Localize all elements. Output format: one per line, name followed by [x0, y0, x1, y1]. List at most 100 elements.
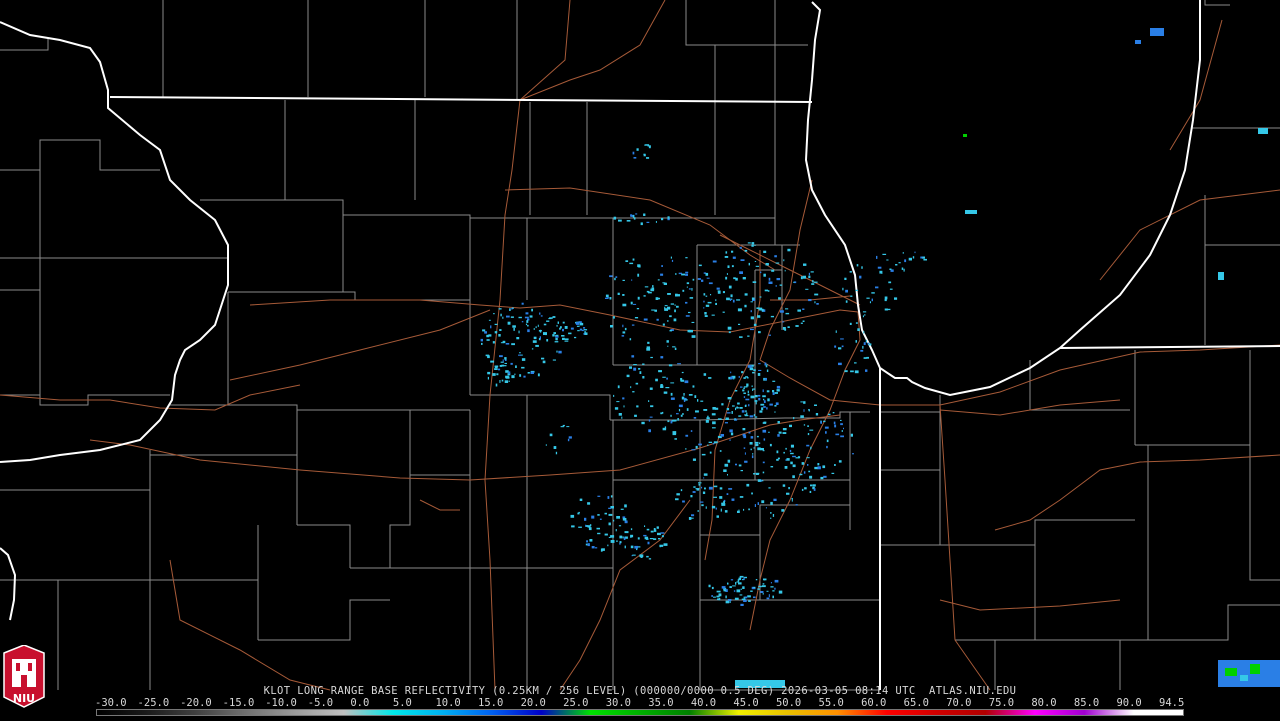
echo-pixel	[703, 473, 708, 476]
echo-pixel	[756, 307, 760, 309]
echo-pixel	[852, 453, 854, 455]
echo-pixel	[838, 460, 842, 463]
echo-pixel	[701, 279, 704, 282]
echo-pixel	[817, 466, 821, 470]
echo-pixel	[617, 385, 620, 389]
echo-pixel	[631, 279, 633, 281]
echo-pixel	[801, 462, 805, 465]
echo-pixel	[591, 546, 595, 549]
echo-pixel	[747, 365, 752, 368]
echo-pixel	[637, 296, 640, 300]
echo-pixel	[559, 327, 561, 330]
echo-pixel	[744, 452, 746, 455]
echo-pixel	[525, 323, 528, 326]
echo-pixel	[558, 350, 562, 354]
echo-pixel	[622, 324, 624, 328]
echo-pixel	[703, 307, 705, 309]
echo-pixel	[785, 312, 790, 315]
echo-pixel	[636, 405, 639, 408]
radar-map	[0, 0, 1280, 691]
echo-pixel	[770, 466, 774, 468]
echo-pixel	[618, 219, 622, 222]
echo-pixel	[809, 429, 814, 431]
echo-pixel	[709, 451, 712, 454]
echo-pixel	[556, 324, 558, 327]
echo-pixel	[882, 253, 887, 255]
echo-pixel	[541, 357, 545, 360]
echo-pixel	[717, 598, 720, 601]
echo-pixel	[908, 257, 912, 261]
echo-pixel	[743, 577, 745, 581]
echo-pixel	[736, 589, 741, 593]
echo-pixel	[753, 369, 756, 372]
echo-pixel	[505, 370, 509, 373]
echo-pixel	[766, 390, 770, 393]
echo-pixel	[697, 399, 699, 402]
echo-pixel	[727, 582, 729, 585]
echo-pixel	[622, 331, 626, 334]
echo-pixel	[828, 413, 831, 416]
echo-pixel	[637, 537, 640, 540]
echo-pixel	[793, 417, 795, 420]
echo-pixel	[759, 410, 763, 413]
echo-pixel	[683, 393, 685, 396]
echo-pixel	[886, 259, 889, 261]
echo-pixel	[510, 362, 513, 365]
echo-pixel	[770, 501, 773, 505]
echo-pixel	[755, 443, 759, 447]
scale-label: 10.0	[435, 697, 461, 709]
echo-pixel	[841, 430, 843, 432]
echo-pixel	[584, 517, 587, 521]
echo-pixel	[855, 322, 858, 324]
echo-pixel	[701, 486, 703, 489]
scale-label: 50.0	[775, 697, 802, 709]
echo-pixel	[739, 407, 743, 409]
echo-pixel	[840, 423, 843, 426]
echo-pixel	[738, 582, 742, 585]
echo-pixel	[753, 586, 756, 589]
echo-pixel	[724, 422, 728, 424]
echo-pixel	[499, 380, 501, 383]
echo-pixel	[760, 403, 765, 406]
echo-pixel	[889, 288, 893, 290]
echo-pixel	[749, 415, 754, 418]
echo-pixel	[649, 538, 654, 540]
echo-pixel	[564, 340, 569, 342]
echo-pixel	[500, 342, 505, 344]
echo-pixel	[762, 395, 766, 398]
echo-pixel	[789, 449, 792, 452]
echo-blob	[965, 210, 977, 214]
scale-label: 20.0	[520, 697, 546, 709]
echo-pixel	[812, 280, 814, 283]
echo-pixel	[879, 270, 883, 274]
echo-pixel	[635, 213, 638, 215]
echo-pixel	[646, 555, 649, 558]
echo-pixel	[763, 250, 767, 253]
echo-pixel	[719, 487, 723, 490]
echo-pixel	[767, 290, 770, 292]
echo-pixel	[615, 276, 618, 278]
echo-pixel	[643, 154, 646, 157]
echo-pixel	[724, 463, 729, 467]
echo-pixel	[826, 439, 829, 443]
echo-pixel	[634, 414, 637, 417]
echo-pixel	[825, 431, 827, 434]
echo-pixel	[758, 331, 761, 334]
echo-pixel	[656, 318, 659, 321]
echo-pixel	[727, 326, 732, 330]
echo-pixel	[539, 336, 541, 340]
echo-pixel	[555, 451, 558, 455]
echo-pixel	[691, 514, 695, 517]
echo-pixel	[607, 297, 610, 299]
echo-pixel	[662, 411, 664, 414]
echo-pixel	[685, 315, 690, 317]
echo-pixel	[755, 265, 759, 267]
echo-pixel	[866, 297, 870, 299]
echo-pixel	[770, 586, 774, 588]
echo-pixel	[585, 543, 588, 546]
echo-pixel	[482, 329, 486, 332]
echo-pixel	[710, 294, 712, 296]
echo-pixel	[662, 282, 666, 284]
echo-pixel	[513, 327, 515, 331]
echo-pixel	[666, 340, 669, 343]
